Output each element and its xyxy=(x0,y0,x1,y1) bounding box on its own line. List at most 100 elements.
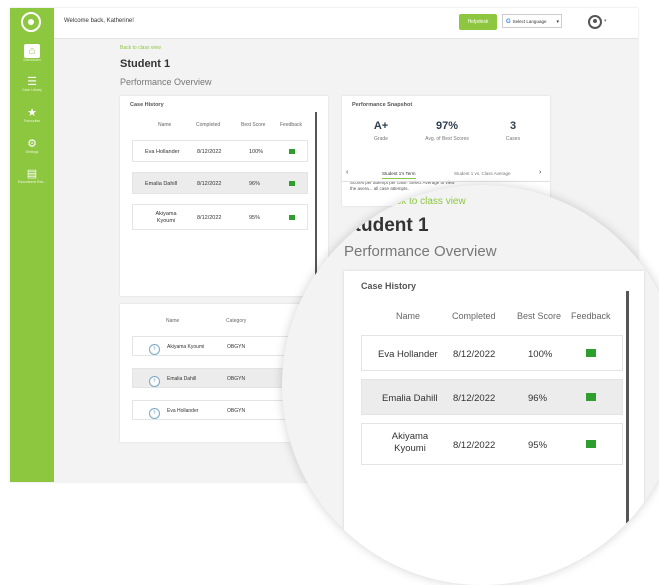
top-bar: Welcome back, Katherine! Helpdesk G Selec… xyxy=(54,8,638,39)
performance-snapshot-title: Performance Snapshot xyxy=(352,102,413,108)
zoom-table-row: Emalia Dahill 8/12/2022 96% xyxy=(361,379,623,415)
avatar-chevron-icon[interactable]: ▾ xyxy=(604,18,607,24)
sidebar-item-label: Educational Res... xyxy=(17,180,47,184)
feedback-flag-icon[interactable] xyxy=(289,149,295,156)
column-header-name: Name xyxy=(166,318,180,324)
page-title: Student 1 xyxy=(120,58,171,70)
zoom-page-subtitle: Performance Overview xyxy=(344,243,497,260)
case-name: Eva Hollander xyxy=(167,408,199,414)
sidebar-item-label: Case Library xyxy=(22,88,42,92)
case-category: OBGYN xyxy=(227,344,246,350)
zoom-table-row: Eva Hollander 8/12/2022 100% xyxy=(361,335,623,371)
sidebar-item-settings[interactable]: ⚙ Settings xyxy=(10,138,54,155)
sidebar-item-educational-resources[interactable]: ▤ Educational Res... xyxy=(10,168,54,185)
tab-student-term[interactable]: Student 1's Term xyxy=(382,171,416,179)
zoom-column-header-best-score: Best Score xyxy=(517,311,562,321)
case-category: OBGYN xyxy=(227,376,246,382)
tab-next-icon[interactable]: › xyxy=(539,169,541,176)
page-subtitle: Performance Overview xyxy=(120,77,212,87)
app-logo[interactable] xyxy=(21,12,41,32)
zoom-magnifier: Back to class view Student 1 Performance… xyxy=(282,185,659,585)
cases-value: 3 xyxy=(509,120,517,132)
zoom-feedback-flag-icon xyxy=(586,349,596,360)
row-completed: 8/12/2022 xyxy=(197,149,222,155)
column-header-best-score: Best Score xyxy=(241,122,266,128)
grade-label: Grade xyxy=(374,136,388,142)
scrollbar[interactable] xyxy=(315,112,317,287)
case-name: Akiyama Kyoumi xyxy=(167,344,205,350)
case-history-title: Case History xyxy=(130,102,164,108)
row-name: Emalia Dahill xyxy=(145,181,178,187)
table-row[interactable]: Emalia Dahill 8/12/2022 96% xyxy=(132,172,308,194)
table-row[interactable]: Akiyama Kyoumi 8/12/2022 95% xyxy=(132,204,308,230)
column-header-completed: Completed xyxy=(196,122,221,128)
feedback-flag-icon[interactable] xyxy=(289,181,295,188)
average-label: Avg. of Best Scores xyxy=(425,136,469,142)
case-avatar-icon: ⚕ xyxy=(149,376,160,387)
list-icon: ☰ xyxy=(27,76,37,88)
zoom-case-history-title: Case History xyxy=(361,281,417,291)
gear-icon: ⚙ xyxy=(27,138,37,150)
case-category: OBGYN xyxy=(227,408,246,414)
column-header-feedback: Feedback xyxy=(280,122,302,128)
average-stat: 97% Avg. of Best Scores xyxy=(422,120,472,142)
zoom-row-score: 100% xyxy=(528,349,553,360)
case-avatar-icon: ⚕ xyxy=(149,408,160,419)
zoom-page-title: Student 1 xyxy=(342,215,429,236)
case-avatar-icon: ⚕ xyxy=(149,344,160,355)
back-to-class-link[interactable]: Back to class view xyxy=(120,45,161,51)
snapshot-tabs: ‹ Student 1's Term Student 1 vs. Class A… xyxy=(342,168,550,182)
row-completed: 8/12/2022 xyxy=(197,181,222,187)
column-header-name: Name xyxy=(158,122,172,128)
zoom-table-row: Akiyama Kyoumi 8/12/2022 95% xyxy=(361,423,623,465)
grade-value: A+ xyxy=(373,120,389,132)
row-completed: 8/12/2022 xyxy=(197,215,222,221)
language-select-label: Select Language xyxy=(512,19,547,24)
list-item[interactable]: ⚕ Akiyama Kyoumi OBGYN xyxy=(132,336,308,356)
row-score: 95% xyxy=(249,215,261,221)
star-icon: ★ xyxy=(27,107,37,119)
grade-stat: A+ Grade xyxy=(356,120,406,142)
zoom-row-name: Eva Hollander xyxy=(378,349,438,360)
zoom-row-completed: 8/12/2022 xyxy=(453,440,496,451)
tab-student-vs-class[interactable]: Student 1 vs. Class Average xyxy=(454,171,510,176)
zoom-back-link: Back to class view xyxy=(384,196,466,207)
sidebar-item-label: Dashboard xyxy=(23,58,41,62)
chevron-down-icon: ▾ xyxy=(556,19,559,25)
sidebar-item-label: Settings xyxy=(25,150,39,154)
zoom-column-header-name: Name xyxy=(396,311,421,321)
zoom-feedback-flag-icon xyxy=(586,440,596,451)
zoom-feedback-flag-icon xyxy=(586,393,596,404)
average-value: 97% xyxy=(435,120,459,132)
user-avatar-icon[interactable] xyxy=(588,15,602,29)
sidebar-item-case-library[interactable]: ☰ Case Library xyxy=(10,76,54,93)
sidebar-item-favourites[interactable]: ★ Favourites xyxy=(10,107,54,124)
zoom-row-name: Akiyama Kyoumi xyxy=(391,431,429,454)
welcome-message: Welcome back, Katherine! xyxy=(64,18,134,24)
helpdesk-button[interactable]: Helpdesk xyxy=(459,14,497,30)
tab-prev-icon[interactable]: ‹ xyxy=(346,169,348,176)
list-item[interactable]: ⚕ Eva Hollander OBGYN xyxy=(132,400,308,420)
zoom-row-completed: 8/12/2022 xyxy=(453,393,496,404)
zoom-scrollbar xyxy=(626,291,629,523)
row-name: Eva Hollander xyxy=(145,149,180,155)
cases-stat: 3 Cases xyxy=(488,120,538,142)
google-icon: G xyxy=(506,19,511,25)
home-icon: ⌂ xyxy=(24,44,40,58)
zoom-column-header-completed: Completed xyxy=(452,311,496,321)
table-row[interactable]: Eva Hollander 8/12/2022 100% xyxy=(132,140,308,162)
case-name: Emalia Dahill xyxy=(167,376,197,382)
zoom-row-score: 96% xyxy=(528,393,548,404)
case-history-card: Case History Name Completed Best Score F… xyxy=(120,96,328,296)
feedback-flag-icon[interactable] xyxy=(289,215,295,222)
column-header-category: Category xyxy=(226,318,247,324)
sidebar: ⌂ Dashboard ☰ Case Library ★ Favourites … xyxy=(10,8,54,482)
zoom-case-history-card: Case History Name Completed Best Score F… xyxy=(344,271,644,585)
sidebar-item-dashboard[interactable]: ⌂ Dashboard xyxy=(10,44,54,63)
cases-label: Cases xyxy=(505,136,521,142)
language-select[interactable]: G Select Language ▾ xyxy=(502,14,562,28)
zoom-row-score: 95% xyxy=(528,440,548,451)
sidebar-item-label: Favourites xyxy=(23,119,41,123)
row-name: Akiyama Kyoumi xyxy=(155,211,177,224)
zoom-row-completed: 8/12/2022 xyxy=(453,349,496,360)
